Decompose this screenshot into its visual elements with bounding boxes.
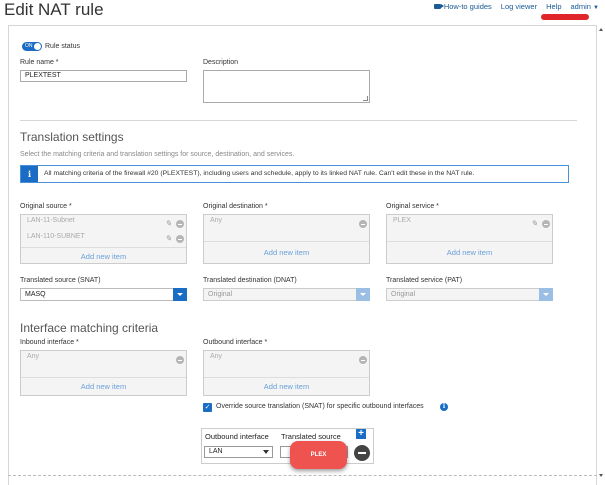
list-item: Any [210,353,223,360]
howto-guides-link[interactable]: How-to guides [433,2,492,11]
pat-label: Translated service (PAT) [386,277,463,284]
original-service-list: PLEX ✎ Add new item [386,214,553,264]
outbound-interface-value: LAN [209,448,223,455]
remove-icon[interactable] [359,356,367,364]
divider [387,241,552,242]
col-translated-source: Translated source [281,432,341,441]
inbound-interface-list: Any Add new item [20,350,187,396]
original-destination-list: Any Add new item [203,214,370,264]
chevron-down-icon [263,450,269,454]
list-item: PLEX [393,217,411,224]
info-icon: i [21,166,38,182]
pencil-icon[interactable]: ✎ [165,220,173,228]
remove-icon[interactable] [176,356,184,364]
chevron-down-icon[interactable] [173,288,187,301]
outbound-interface-label: Outbound interface * [203,339,268,346]
outbound-interface-select[interactable]: LAN [204,446,273,458]
page-title: Edit NAT rule [4,0,104,19]
snat-select[interactable]: MASQ [20,288,187,301]
outbound-interface-list: Any Add new item [203,350,370,396]
info-banner-text: All matching criteria of the firewall #2… [44,170,475,177]
translation-section-subtitle: Select the matching criteria and transla… [20,151,295,158]
divider [204,241,369,242]
pencil-icon[interactable]: ✎ [531,220,539,228]
pencil-icon[interactable]: ✎ [165,235,173,243]
divider [20,120,577,121]
scrollbar[interactable] [598,26,605,480]
annotation-mark [541,14,589,20]
original-destination-label: Original destination * [203,203,268,210]
chevron-down-icon [539,288,553,301]
dnat-value: Original [208,291,233,298]
divider [21,247,186,248]
list-item: LAN-110-SUBNET [27,233,85,240]
add-row-button[interactable]: + [356,429,366,439]
description-label: Description [203,59,239,66]
remove-icon[interactable] [359,220,367,228]
log-viewer-link[interactable]: Log viewer [501,2,537,11]
snat-value: MASQ [25,291,46,298]
list-item: Any [210,217,223,224]
override-snat-checkbox[interactable]: ✓ [203,403,212,412]
add-new-item-button[interactable]: Add new item [21,382,186,391]
section-divider [8,475,597,476]
rule-status-label: Rule status [45,43,81,50]
help-link[interactable]: Help [546,2,561,11]
list-item: Any [27,353,40,360]
add-new-item-button[interactable]: Add new item [387,248,552,257]
original-source-list: LAN-11-Subnet ✎ LAN-110-SUBNET ✎ Add new… [20,214,187,264]
scroll-down-icon[interactable] [599,474,603,477]
remove-row-button[interactable] [354,445,370,461]
video-icon [433,4,444,9]
add-new-item-button[interactable]: Add new item [204,382,369,391]
scroll-up-icon[interactable] [599,28,603,31]
add-new-item-button[interactable]: Add new item [21,252,186,261]
remove-icon[interactable] [176,220,184,228]
rule-name-label: Rule name * [20,59,59,66]
description-textarea[interactable] [203,70,370,103]
pat-select: Original [386,288,553,301]
resize-handle-icon[interactable] [363,96,368,101]
dnat-select: Original [203,288,370,301]
original-source-label: Original source * [20,203,72,210]
snat-label: Translated source (SNAT) [20,277,101,284]
remove-icon[interactable] [176,235,184,243]
chevron-down-icon: ▼ [593,5,599,11]
chevron-down-icon [356,288,370,301]
divider [21,377,186,378]
dnat-label: Translated destination (DNAT) [203,277,297,284]
info-banner: i All matching criteria of the firewall … [20,165,569,183]
col-outbound-interface: Outbound interface [205,432,269,441]
rule-status-toggle[interactable]: ON [22,42,42,51]
translation-section-title: Translation settings [20,130,124,144]
list-item: LAN-11-Subnet [27,217,75,224]
divider [204,377,369,378]
top-links: How-to guides Log viewer Help admin ▼ [433,2,599,11]
inbound-interface-label: Inbound interface * [20,339,79,346]
info-icon[interactable]: i [440,403,448,411]
translated-source-value[interactable]: PLEX [290,441,347,469]
interface-section-title: Interface matching criteria [20,321,159,335]
add-new-item-button[interactable]: Add new item [204,248,369,257]
override-snat-label: Override source translation (SNAT) for s… [216,403,424,410]
rule-name-input[interactable]: PLEXTEST [20,70,187,82]
user-menu[interactable]: admin ▼ [571,2,599,11]
original-service-label: Original service * [386,203,439,210]
remove-icon[interactable] [542,220,550,228]
pat-value: Original [391,291,416,298]
